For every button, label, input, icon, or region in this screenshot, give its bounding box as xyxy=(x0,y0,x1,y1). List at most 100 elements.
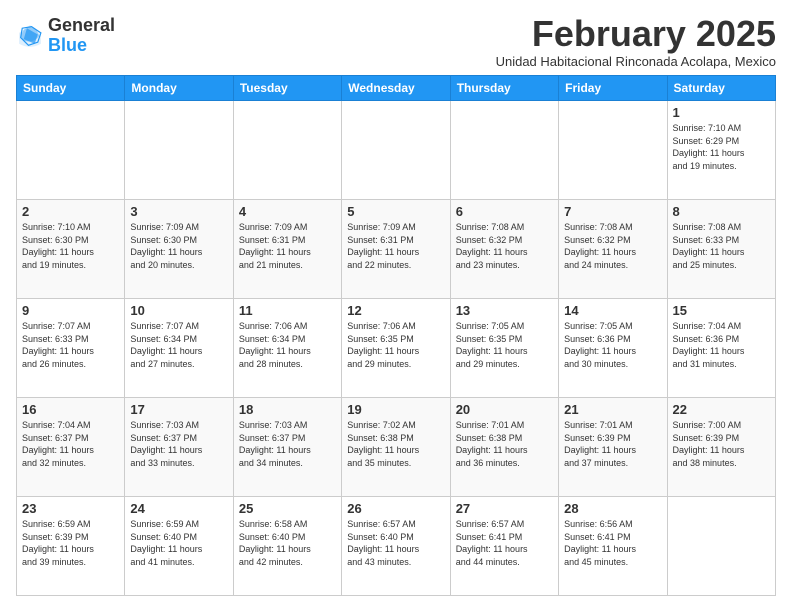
day-number-15: 15 xyxy=(673,303,770,318)
calendar-cell-w4-d0: 16 Sunrise: 7:04 AM Sunset: 6:37 PM Dayli… xyxy=(17,398,125,497)
calendar-cell-w2-d6: 8 Sunrise: 7:08 AM Sunset: 6:33 PM Daylig… xyxy=(667,200,775,299)
day-number-24: 24 xyxy=(130,501,227,516)
day-info-8: Sunrise: 7:08 AM Sunset: 6:33 PM Dayligh… xyxy=(673,221,770,271)
col-monday: Monday xyxy=(125,76,233,101)
day-number-28: 28 xyxy=(564,501,661,516)
calendar-cell-w3-d2: 11 Sunrise: 7:06 AM Sunset: 6:34 PM Dayli… xyxy=(233,299,341,398)
calendar-cell-w4-d3: 19Sunrise: 7:02 AM Sunset: 6:38 PM Dayli… xyxy=(342,398,450,497)
day-number-27: 27 xyxy=(456,501,553,516)
day-number-2: 2 xyxy=(22,204,119,219)
day-number-23: 23 xyxy=(22,501,119,516)
day-info-25: Sunrise: 6:58 AM Sunset: 6:40 PM Dayligh… xyxy=(239,518,336,568)
day-info-7: Sunrise: 7:08 AM Sunset: 6:32 PM Dayligh… xyxy=(564,221,661,271)
calendar-cell-w3-d5: 14 Sunrise: 7:05 AM Sunset: 6:36 PM Dayli… xyxy=(559,299,667,398)
calendar-cell-w3-d3: 12 Sunrise: 7:06 AM Sunset: 6:35 PM Dayli… xyxy=(342,299,450,398)
day-number-5: 5 xyxy=(347,204,444,219)
calendar-cell-w4-d2: 18 Sunrise: 7:03 AM Sunset: 6:37 PM Dayli… xyxy=(233,398,341,497)
day-number-12: 12 xyxy=(347,303,444,318)
day-number-17: 17 xyxy=(130,402,227,417)
month-title: February 2025 xyxy=(496,16,776,52)
day-info-17: Sunrise: 7:03 AM Sunset: 6:37 PM Dayligh… xyxy=(130,419,227,469)
day-info-24: Sunrise: 6:59 AM Sunset: 6:40 PM Dayligh… xyxy=(130,518,227,568)
calendar-cell-w2-d2: 4Sunrise: 7:09 AM Sunset: 6:31 PM Daylig… xyxy=(233,200,341,299)
col-thursday: Thursday xyxy=(450,76,558,101)
calendar-cell-w1-d1 xyxy=(125,101,233,200)
week-row-5: 23 Sunrise: 6:59 AM Sunset: 6:39 PM Dayli… xyxy=(17,497,776,596)
day-number-9: 9 xyxy=(22,303,119,318)
day-number-11: 11 xyxy=(239,303,336,318)
calendar-cell-w4-d4: 20 Sunrise: 7:01 AM Sunset: 6:38 PM Dayli… xyxy=(450,398,558,497)
calendar-cell-w2-d1: 3 Sunrise: 7:09 AM Sunset: 6:30 PM Daylig… xyxy=(125,200,233,299)
calendar-cell-w2-d0: 2 Sunrise: 7:10 AM Sunset: 6:30 PM Daylig… xyxy=(17,200,125,299)
day-number-7: 7 xyxy=(564,204,661,219)
calendar-cell-w2-d3: 5 Sunrise: 7:09 AM Sunset: 6:31 PM Daylig… xyxy=(342,200,450,299)
calendar-cell-w3-d0: 9 Sunrise: 7:07 AM Sunset: 6:33 PM Daylig… xyxy=(17,299,125,398)
calendar-cell-w2-d5: 7 Sunrise: 7:08 AM Sunset: 6:32 PM Daylig… xyxy=(559,200,667,299)
day-number-13: 13 xyxy=(456,303,553,318)
col-saturday: Saturday xyxy=(667,76,775,101)
day-info-5: Sunrise: 7:09 AM Sunset: 6:31 PM Dayligh… xyxy=(347,221,444,271)
calendar-cell-w4-d6: 22Sunrise: 7:00 AM Sunset: 6:39 PM Dayli… xyxy=(667,398,775,497)
page: General Blue February 2025 Unidad Habita… xyxy=(0,0,792,612)
col-friday: Friday xyxy=(559,76,667,101)
col-sunday: Sunday xyxy=(17,76,125,101)
day-number-6: 6 xyxy=(456,204,553,219)
week-row-4: 16 Sunrise: 7:04 AM Sunset: 6:37 PM Dayli… xyxy=(17,398,776,497)
calendar-cell-w4-d5: 21Sunrise: 7:01 AM Sunset: 6:39 PM Dayli… xyxy=(559,398,667,497)
calendar-table: Sunday Monday Tuesday Wednesday Thursday… xyxy=(16,75,776,596)
day-info-28: Sunrise: 6:56 AM Sunset: 6:41 PM Dayligh… xyxy=(564,518,661,568)
week-row-1: 1 Sunrise: 7:10 AM Sunset: 6:29 PM Daylig… xyxy=(17,101,776,200)
calendar-cell-w5-d4: 27 Sunrise: 6:57 AM Sunset: 6:41 PM Dayli… xyxy=(450,497,558,596)
logo-blue-text: Blue xyxy=(48,35,87,55)
day-number-10: 10 xyxy=(130,303,227,318)
day-info-20: Sunrise: 7:01 AM Sunset: 6:38 PM Dayligh… xyxy=(456,419,553,469)
day-info-6: Sunrise: 7:08 AM Sunset: 6:32 PM Dayligh… xyxy=(456,221,553,271)
calendar-cell-w1-d2 xyxy=(233,101,341,200)
day-info-3: Sunrise: 7:09 AM Sunset: 6:30 PM Dayligh… xyxy=(130,221,227,271)
day-info-23: Sunrise: 6:59 AM Sunset: 6:39 PM Dayligh… xyxy=(22,518,119,568)
col-tuesday: Tuesday xyxy=(233,76,341,101)
calendar-cell-w3-d1: 10 Sunrise: 7:07 AM Sunset: 6:34 PM Dayli… xyxy=(125,299,233,398)
day-info-22: Sunrise: 7:00 AM Sunset: 6:39 PM Dayligh… xyxy=(673,419,770,469)
location-subtitle: Unidad Habitacional Rinconada Acolapa, M… xyxy=(496,54,776,69)
day-info-1: Sunrise: 7:10 AM Sunset: 6:29 PM Dayligh… xyxy=(673,122,770,172)
logo-icon xyxy=(16,22,44,50)
calendar-cell-w4-d1: 17 Sunrise: 7:03 AM Sunset: 6:37 PM Dayli… xyxy=(125,398,233,497)
calendar-cell-w5-d6 xyxy=(667,497,775,596)
calendar-cell-w5-d1: 24 Sunrise: 6:59 AM Sunset: 6:40 PM Dayli… xyxy=(125,497,233,596)
day-number-14: 14 xyxy=(564,303,661,318)
calendar-header-row: Sunday Monday Tuesday Wednesday Thursday… xyxy=(17,76,776,101)
calendar-cell-w1-d6: 1 Sunrise: 7:10 AM Sunset: 6:29 PM Daylig… xyxy=(667,101,775,200)
logo-general-text: General xyxy=(48,15,115,35)
logo: General Blue xyxy=(16,16,115,56)
day-info-12: Sunrise: 7:06 AM Sunset: 6:35 PM Dayligh… xyxy=(347,320,444,370)
day-info-18: Sunrise: 7:03 AM Sunset: 6:37 PM Dayligh… xyxy=(239,419,336,469)
day-number-3: 3 xyxy=(130,204,227,219)
day-info-11: Sunrise: 7:06 AM Sunset: 6:34 PM Dayligh… xyxy=(239,320,336,370)
week-row-2: 2 Sunrise: 7:10 AM Sunset: 6:30 PM Daylig… xyxy=(17,200,776,299)
calendar-cell-w1-d5 xyxy=(559,101,667,200)
day-number-18: 18 xyxy=(239,402,336,417)
calendar-cell-w1-d4 xyxy=(450,101,558,200)
day-info-27: Sunrise: 6:57 AM Sunset: 6:41 PM Dayligh… xyxy=(456,518,553,568)
day-info-9: Sunrise: 7:07 AM Sunset: 6:33 PM Dayligh… xyxy=(22,320,119,370)
day-number-1: 1 xyxy=(673,105,770,120)
day-number-19: 19 xyxy=(347,402,444,417)
calendar-cell-w3-d4: 13 Sunrise: 7:05 AM Sunset: 6:35 PM Dayli… xyxy=(450,299,558,398)
day-info-14: Sunrise: 7:05 AM Sunset: 6:36 PM Dayligh… xyxy=(564,320,661,370)
day-number-25: 25 xyxy=(239,501,336,516)
day-info-2: Sunrise: 7:10 AM Sunset: 6:30 PM Dayligh… xyxy=(22,221,119,271)
calendar-cell-w2-d4: 6 Sunrise: 7:08 AM Sunset: 6:32 PM Daylig… xyxy=(450,200,558,299)
day-number-8: 8 xyxy=(673,204,770,219)
calendar-cell-w3-d6: 15Sunrise: 7:04 AM Sunset: 6:36 PM Dayli… xyxy=(667,299,775,398)
day-info-10: Sunrise: 7:07 AM Sunset: 6:34 PM Dayligh… xyxy=(130,320,227,370)
day-info-26: Sunrise: 6:57 AM Sunset: 6:40 PM Dayligh… xyxy=(347,518,444,568)
day-number-20: 20 xyxy=(456,402,553,417)
calendar-cell-w5-d5: 28 Sunrise: 6:56 AM Sunset: 6:41 PM Dayli… xyxy=(559,497,667,596)
day-info-13: Sunrise: 7:05 AM Sunset: 6:35 PM Dayligh… xyxy=(456,320,553,370)
calendar-cell-w5-d2: 25 Sunrise: 6:58 AM Sunset: 6:40 PM Dayli… xyxy=(233,497,341,596)
day-number-16: 16 xyxy=(22,402,119,417)
day-info-16: Sunrise: 7:04 AM Sunset: 6:37 PM Dayligh… xyxy=(22,419,119,469)
calendar-cell-w5-d3: 26 Sunrise: 6:57 AM Sunset: 6:40 PM Dayli… xyxy=(342,497,450,596)
day-number-26: 26 xyxy=(347,501,444,516)
